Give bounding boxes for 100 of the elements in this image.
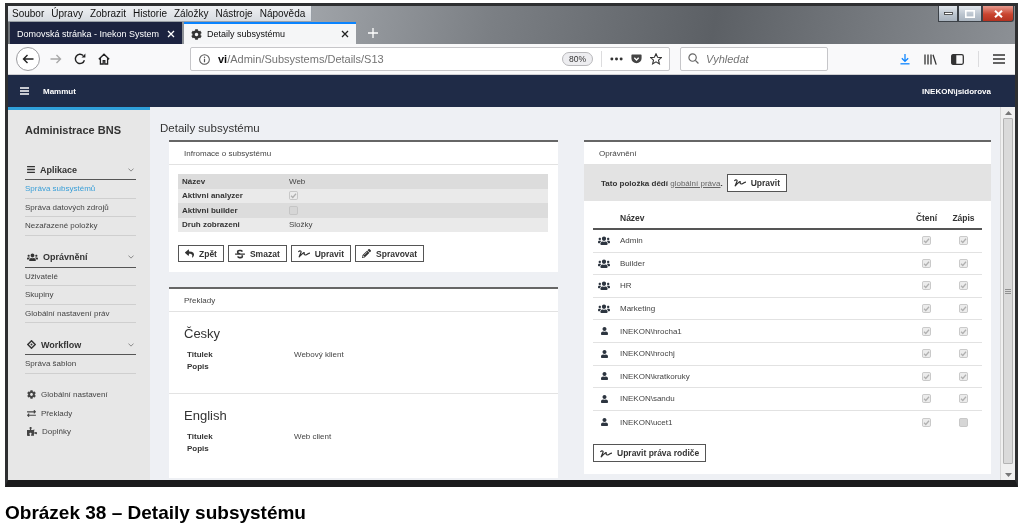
write-checkbox[interactable] bbox=[959, 349, 968, 359]
menu-item[interactable]: Nástroje bbox=[215, 6, 253, 21]
principal-name: INEKON\hrocha1 bbox=[620, 326, 682, 336]
close-window-button[interactable] bbox=[982, 6, 1014, 22]
edit-rights-button[interactable]: Upravit bbox=[726, 174, 787, 192]
figure-caption: Obrázek 38 – Detaily subsystému bbox=[5, 502, 306, 524]
delete-button[interactable]: Smazat bbox=[227, 245, 287, 262]
scroll-up-icon[interactable] bbox=[1004, 111, 1012, 115]
url-field[interactable]: vi/Admin/Subsystems/Details/S13 80% bbox=[190, 47, 670, 71]
sidebar-group-header[interactable]: Aplikace bbox=[25, 160, 136, 180]
users-icon bbox=[27, 252, 38, 262]
zoom-level-button[interactable]: 80% bbox=[562, 52, 593, 66]
principal-name: Marketing bbox=[620, 304, 656, 314]
scrollbar[interactable] bbox=[1000, 107, 1015, 480]
maximize-button[interactable] bbox=[958, 6, 982, 22]
menu-item[interactable]: Zobrazit bbox=[89, 6, 127, 21]
sidebar-item[interactable]: Správa šablon bbox=[25, 355, 136, 374]
sidebar-item[interactable]: Globální nastavení práv bbox=[25, 304, 136, 323]
sidebar-link[interactable]: Doplňky bbox=[25, 422, 136, 441]
column-header: Zápis bbox=[952, 213, 975, 223]
menu-item[interactable]: Nápověda bbox=[259, 6, 306, 21]
back-button[interactable]: Zpět bbox=[178, 245, 224, 262]
library-icon[interactable] bbox=[924, 53, 937, 65]
user-icon bbox=[600, 418, 608, 427]
home-icon[interactable] bbox=[98, 53, 110, 65]
arrow-right-icon[interactable] bbox=[50, 54, 62, 64]
write-checkbox[interactable] bbox=[959, 304, 968, 314]
sidebar-link[interactable]: Globální nastavení bbox=[25, 385, 136, 404]
reload-icon[interactable] bbox=[74, 53, 86, 65]
sidebar-group-header[interactable]: Oprávnění bbox=[25, 247, 136, 268]
sidebar-item[interactable]: Správa datových zdrojů bbox=[25, 198, 136, 217]
principal-name: INEKON\hrochj bbox=[620, 349, 675, 359]
read-checkbox[interactable] bbox=[922, 394, 931, 404]
star-icon[interactable] bbox=[650, 53, 662, 65]
back-button[interactable] bbox=[16, 47, 40, 71]
field-label: Titulek bbox=[187, 431, 213, 441]
browser-tab[interactable]: Domovská stránka - Inekon System bbox=[10, 22, 182, 44]
read-checkbox[interactable] bbox=[922, 417, 931, 427]
column-header: Název bbox=[620, 213, 645, 223]
field-checkbox[interactable] bbox=[289, 191, 298, 201]
read-checkbox[interactable] bbox=[922, 349, 931, 359]
write-checkbox[interactable] bbox=[959, 326, 968, 336]
shield-icon[interactable] bbox=[631, 54, 642, 64]
write-checkbox[interactable] bbox=[959, 417, 968, 427]
edit-parent-rights-button[interactable]: Upravit práva rodiče bbox=[593, 444, 707, 463]
users-icon bbox=[598, 303, 610, 314]
language-heading: English bbox=[184, 409, 227, 423]
menu-icon[interactable] bbox=[993, 54, 1005, 64]
menu-item[interactable]: Záložky bbox=[173, 6, 209, 21]
principal-name: INEKON\sandu bbox=[620, 394, 675, 404]
write-checkbox[interactable] bbox=[959, 236, 968, 246]
field-label: Popis bbox=[187, 444, 209, 454]
user-name[interactable]: INEKON\jsidorova bbox=[922, 86, 991, 96]
more-icon[interactable] bbox=[610, 57, 623, 61]
strikethrough-icon bbox=[234, 248, 245, 259]
write-checkbox[interactable] bbox=[959, 394, 968, 404]
info-icon[interactable] bbox=[199, 53, 210, 65]
principal-name: HR bbox=[620, 281, 632, 291]
read-checkbox[interactable] bbox=[922, 236, 931, 246]
download-icon[interactable] bbox=[900, 53, 910, 65]
menu-item[interactable]: Historie bbox=[133, 6, 167, 21]
write-checkbox[interactable] bbox=[959, 281, 968, 291]
edit-button[interactable]: Upravit bbox=[290, 245, 351, 262]
field-label: Název bbox=[182, 176, 206, 186]
field-value: Web bbox=[289, 176, 306, 186]
scroll-down-icon[interactable] bbox=[1004, 473, 1012, 477]
card-title: Infromace o subsystému bbox=[184, 148, 272, 158]
chevron-icon[interactable] bbox=[128, 255, 134, 259]
write-checkbox[interactable] bbox=[959, 258, 968, 268]
sidebar-item[interactable]: Uživatelé bbox=[25, 267, 136, 286]
signature-icon bbox=[600, 448, 612, 459]
write-checkbox[interactable] bbox=[959, 371, 968, 381]
minimize-button[interactable] bbox=[938, 6, 958, 22]
gear-icon bbox=[191, 28, 202, 40]
menu-item[interactable]: Úpravy bbox=[51, 6, 83, 21]
plus-icon[interactable] bbox=[368, 28, 378, 38]
sidebar-group-header[interactable]: Workflow bbox=[25, 335, 136, 355]
read-checkbox[interactable] bbox=[922, 281, 931, 291]
sidebar-item[interactable]: Skupiny bbox=[25, 286, 136, 305]
diamond-icon bbox=[27, 340, 36, 349]
user-icon bbox=[600, 327, 608, 336]
user-icon bbox=[600, 349, 608, 358]
field-label: Aktivni builder bbox=[182, 205, 238, 215]
search-icon bbox=[688, 53, 699, 64]
scrollbar-thumb[interactable] bbox=[1003, 118, 1013, 464]
minimize-icon[interactable] bbox=[943, 12, 953, 15]
read-checkbox[interactable] bbox=[922, 258, 931, 268]
manage-button[interactable]: Spravovat bbox=[355, 245, 425, 262]
chevron-icon[interactable] bbox=[128, 342, 134, 347]
sidebar-link[interactable]: Překlady bbox=[25, 404, 136, 423]
read-checkbox[interactable] bbox=[922, 371, 931, 381]
chevron-icon[interactable] bbox=[128, 167, 134, 172]
sidebar-icon[interactable] bbox=[951, 53, 964, 65]
read-checkbox[interactable] bbox=[922, 326, 931, 336]
read-checkbox[interactable] bbox=[922, 304, 931, 314]
close-icon[interactable] bbox=[341, 30, 349, 38]
menu-item[interactable]: Soubor bbox=[12, 6, 45, 21]
browser-tab[interactable]: Detaily subsystému bbox=[184, 22, 356, 44]
sidebar-item[interactable]: Nezařazené položky bbox=[25, 217, 136, 236]
search-field[interactable]: Vyhledat bbox=[680, 47, 828, 71]
